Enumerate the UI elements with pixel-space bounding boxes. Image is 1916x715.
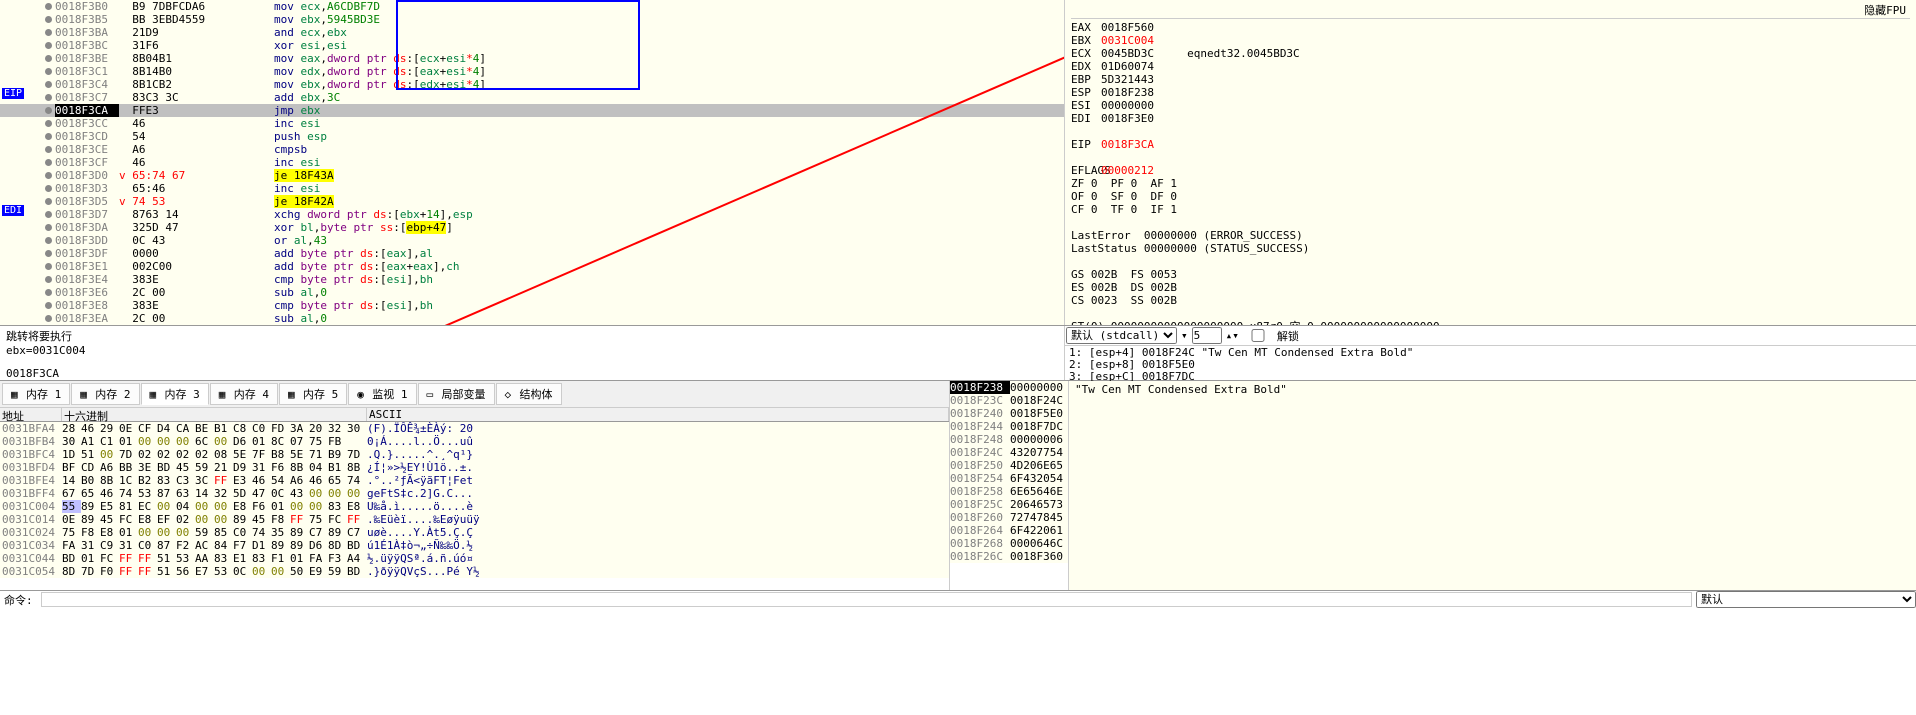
disasm-row[interactable]: 0018F3D3 65:46inc esi — [0, 182, 1064, 195]
register-line[interactable]: EDI0018F3E0 — [1071, 112, 1910, 125]
register-line[interactable] — [1071, 151, 1910, 164]
disasm-row[interactable]: 0018F3E1 002C00add byte ptr ds:[eax+eax]… — [0, 260, 1064, 273]
calling-convention-select[interactable]: 默认 (stdcall) — [1066, 327, 1177, 344]
stack-row[interactable]: 0018F26C0018F360 — [950, 550, 1068, 563]
dump-row[interactable]: 0031C044BD01FCFFFF5153AA83E183F101FAF3A4… — [0, 552, 949, 565]
disasm-row[interactable]: 0018F3CC 46inc esi — [0, 117, 1064, 130]
dump-row[interactable]: 0031C0548D7DF0FFFF5156E7530C000050E959BD… — [0, 565, 949, 578]
disasm-row[interactable]: 0018F3B0 B9 7DBFCDA6mov ecx,A6CDBF7D — [0, 0, 1064, 13]
dump-row[interactable]: 0031C02475F8E8010000005985C0743589C789C7… — [0, 526, 949, 539]
register-line[interactable]: EAX0018F560 — [1071, 21, 1910, 34]
disasm-row[interactable]: 0018F3E4 383Ecmp byte ptr ds:[esi],bh — [0, 273, 1064, 286]
info-panel: 跳转将要执行 ebx=0031C004 0018F3CA — [0, 326, 1065, 380]
command-mode-select[interactable]: 默认 — [1696, 591, 1916, 608]
memory-tab[interactable]: ◇结构体 — [496, 383, 562, 405]
dump-row[interactable]: 0031C0045589E581EC00040000E8F601000083E8… — [0, 500, 949, 513]
disasm-row[interactable]: 0018F3BE 8B04B1mov eax,dword ptr ds:[ecx… — [0, 52, 1064, 65]
memory-tab[interactable]: ▦内存 4 — [210, 383, 278, 405]
stack-param-line[interactable]: 2: [esp+8] 0018F5E0 — [1069, 358, 1916, 370]
stack-row[interactable]: 0018F2680000646C — [950, 537, 1068, 550]
stack-row[interactable]: 0018F23800000000 — [950, 381, 1068, 394]
stack-info-panel: "Tw Cen MT Condensed Extra Bold" — [1069, 381, 1916, 590]
memory-tab[interactable]: ▦内存 1 — [2, 383, 70, 405]
stack-row[interactable]: 0018F2400018F5E0 — [950, 407, 1068, 420]
stack-row[interactable]: 0018F26072747845 — [950, 511, 1068, 524]
disasm-row[interactable]: 0018F3C1 8B14B0mov edx,dword ptr ds:[eax… — [0, 65, 1064, 78]
memory-tab[interactable]: ▦内存 2 — [71, 383, 139, 405]
dump-row[interactable]: 0031BFD4BFCDA6BB3EBD455921D931F68B04B18B… — [0, 461, 949, 474]
disasm-row[interactable]: 0018F3CA FFE3jmp ebx — [0, 104, 1064, 117]
register-line[interactable]: EDX01D60074 — [1071, 60, 1910, 73]
stack-row[interactable]: 0018F24C43207754 — [950, 446, 1068, 459]
edi-marker: EDI — [2, 205, 24, 216]
memory-tab[interactable]: ◉监视 1 — [348, 383, 416, 405]
dump-row[interactable]: 0031BFA42846290ECFD4CABEB1C8C0FD3A203230… — [0, 422, 949, 435]
disasm-row[interactable]: 0018F3EA 2C 00sub al,0 — [0, 312, 1064, 325]
dump-row[interactable]: 0031BFB430A1C1010000006C00D6018C0775FB 0… — [0, 435, 949, 448]
dump-header-hex[interactable]: 十六进制 — [62, 408, 367, 421]
registers-panel[interactable]: 隐藏FPU EAX0018F560EBX0031C004ECX0045BD3C … — [1065, 0, 1916, 325]
stack-row[interactable]: 0018F2546F432054 — [950, 472, 1068, 485]
eip-info: 0018F3CA — [6, 367, 1058, 380]
register-line[interactable] — [1071, 125, 1910, 138]
register-line[interactable]: ESP0018F238 — [1071, 86, 1910, 99]
register-line[interactable]: ESI00000000 — [1071, 99, 1910, 112]
register-line[interactable]: EIP0018F3CA — [1071, 138, 1910, 151]
disasm-row[interactable]: 0018F3B5 BB 3EBD4559mov ebx,5945BD3E — [0, 13, 1064, 26]
disasm-row[interactable]: 0018F3CF 46inc esi — [0, 156, 1064, 169]
jump-info: 跳转将要执行 — [6, 328, 1058, 344]
stack-param-line[interactable]: 1: [esp+4] 0018F24C "Tw Cen MT Condensed… — [1069, 346, 1916, 358]
dump-row[interactable]: 0031BFC41D51007D02020202085E7FB85E71B97D… — [0, 448, 949, 461]
disasm-row[interactable]: 0018F3E8 383Ecmp byte ptr ds:[esi],bh — [0, 299, 1064, 312]
disasm-row[interactable]: 0018F3C7 83C3 3Cadd ebx,3C — [0, 91, 1064, 104]
disasm-row[interactable]: 0018F3D7 8763 14xchg dword ptr ds:[ebx+1… — [0, 208, 1064, 221]
dump-row[interactable]: 0031C0140E8945FCE8EF0200008945F8FF75FCFF… — [0, 513, 949, 526]
dump-row[interactable]: 0031BFF46765467453876314325D470C43000000… — [0, 487, 949, 500]
stack-row[interactable]: 0018F2646F422061 — [950, 524, 1068, 537]
disasm-row[interactable]: 0018F3CE A6cmpsb — [0, 143, 1064, 156]
disasm-row[interactable]: 0018F3E6 2C 00sub al,0 — [0, 286, 1064, 299]
command-label: 命令: — [0, 592, 37, 608]
arg-count-input[interactable] — [1192, 327, 1222, 344]
memory-tab[interactable]: ▦内存 5 — [279, 383, 347, 405]
command-input[interactable] — [41, 592, 1692, 607]
stack-row[interactable]: 0018F2440018F7DC — [950, 420, 1068, 433]
stack-row[interactable]: 0018F2586E65646E — [950, 485, 1068, 498]
disasm-row[interactable]: 0018F3DF 0000add byte ptr ds:[eax],al — [0, 247, 1064, 260]
dump-row[interactable]: 0031BFE414B08B1CB283C33CFFE34654A6466574… — [0, 474, 949, 487]
dump-header-addr[interactable]: 地址 — [0, 408, 62, 421]
disasm-row[interactable]: 0018F3BA 21D9and ecx,ebx — [0, 26, 1064, 39]
disasm-row[interactable]: 0018F3D0v 65:74 67je 18F43A — [0, 169, 1064, 182]
lock-checkbox[interactable] — [1243, 329, 1273, 342]
disassembly-panel[interactable]: EIP EDI 0018F3B0 B9 7DBFCDA6mov ecx,A6CD… — [0, 0, 1065, 325]
disasm-row[interactable]: 0018F3BC 31F6xor esi,esi — [0, 39, 1064, 52]
register-line[interactable]: EBP5D321443 — [1071, 73, 1910, 86]
eip-marker: EIP — [2, 88, 24, 99]
disasm-row[interactable]: 0018F3D5v 74 53je 18F42A — [0, 195, 1064, 208]
dump-header-ascii[interactable]: ASCII — [367, 408, 949, 421]
stack-row[interactable]: 0018F2504D206E65 — [950, 459, 1068, 472]
disasm-row[interactable]: 0018F3CD 54push esp — [0, 130, 1064, 143]
disasm-row[interactable]: 0018F3DA 325D 47xor bl,byte ptr ss:[ebp+… — [0, 221, 1064, 234]
stack-row[interactable]: 0018F25C20646573 — [950, 498, 1068, 511]
stack-row[interactable]: 0018F23C0018F24C — [950, 394, 1068, 407]
disasm-row[interactable]: 0018F3C4 8B1CB2mov ebx,dword ptr ds:[edx… — [0, 78, 1064, 91]
memory-tab[interactable]: ▭局部变量 — [418, 383, 495, 405]
register-line[interactable]: EBX0031C004 — [1071, 34, 1910, 47]
dump-row[interactable]: 0031C034FA31C931C087F2AC84F7D18989D68DBD… — [0, 539, 949, 552]
stack-row[interactable]: 0018F24800000006 — [950, 433, 1068, 446]
memory-tab[interactable]: ▦内存 3 — [141, 383, 209, 405]
register-line[interactable]: EFLAGS00000212 — [1071, 164, 1910, 177]
hide-fpu-link[interactable]: 隐藏FPU — [1860, 2, 1910, 18]
stack-panel[interactable]: 0018F238000000000018F23C0018F24C0018F240… — [950, 381, 1069, 590]
disasm-row[interactable]: 0018F3DD 0C 43or al,43 — [0, 234, 1064, 247]
register-line[interactable]: ECX0045BD3C eqnedt32.0045BD3C — [1071, 47, 1910, 60]
memory-dump-panel[interactable]: ▦内存 1▦内存 2▦内存 3▦内存 4▦内存 5◉监视 1▭局部变量◇结构体 … — [0, 381, 950, 590]
ebx-info: ebx=0031C004 — [6, 344, 1058, 357]
stack-params-panel[interactable]: 默认 (stdcall) ▾ ▴▾ 解锁 1: [esp+4] 0018F24C… — [1065, 326, 1916, 380]
